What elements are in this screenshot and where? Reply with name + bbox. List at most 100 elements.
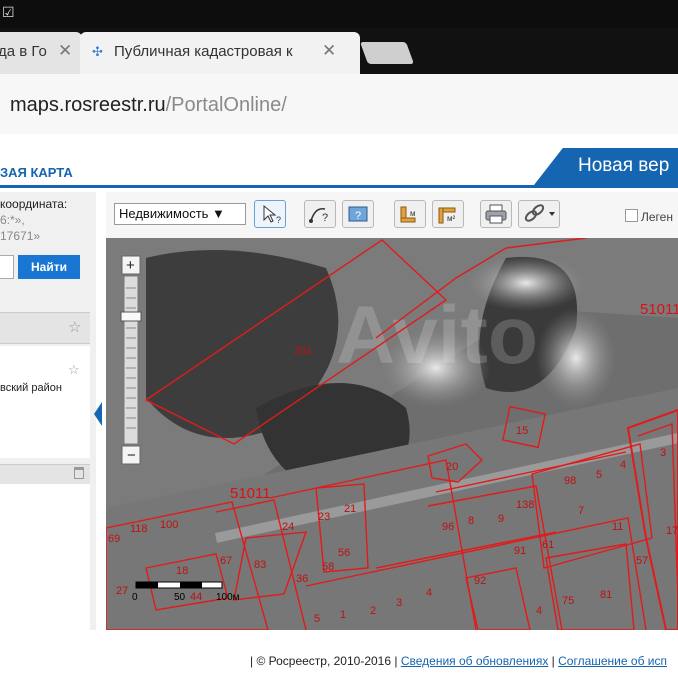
- zoom-control[interactable]: + −: [120, 255, 142, 465]
- zoom-slider-handle[interactable]: [120, 311, 142, 322]
- parcel-label: 15: [516, 425, 528, 437]
- scale-label: 0: [132, 592, 138, 603]
- print-button[interactable]: [480, 200, 512, 228]
- watermark-text: Avito: [336, 290, 538, 381]
- select-tool-button[interactable]: ?: [254, 200, 286, 228]
- coordinate-hint: координата: 6:*», 17671»: [0, 196, 67, 244]
- map-title[interactable]: ЗАЯ КАРТА: [0, 165, 73, 180]
- tab-title: да в Го: [0, 43, 47, 60]
- parcel-label: 23: [318, 511, 330, 523]
- layer-select[interactable]: Недвижимость ▼: [114, 203, 246, 225]
- collapse-panel-icon[interactable]: [94, 402, 102, 426]
- parcel-label: 24: [282, 521, 294, 533]
- measure-length-button[interactable]: м: [394, 200, 426, 228]
- map-view[interactable]: Avito 51011 51011 201 15 20 5 4 3 98 9 1…: [106, 238, 678, 630]
- quarter-label: 51011: [230, 485, 271, 502]
- tab-background[interactable]: да в Го ✕: [0, 32, 82, 74]
- os-top-bar: [0, 0, 678, 28]
- footer: | © Росреестр, 2010-2016 | Сведения об о…: [250, 654, 667, 668]
- star-icon[interactable]: ☆: [68, 318, 81, 336]
- parcel-label: 17: [666, 525, 678, 537]
- parcel-label: 83: [254, 559, 266, 571]
- parcel-label: 8: [468, 515, 474, 527]
- parcel-label: 4: [536, 605, 542, 617]
- parcel-label: 7: [578, 505, 584, 517]
- parcel-label: 100: [160, 519, 178, 531]
- parcel-label: 61: [542, 539, 554, 551]
- parcel-label: 2: [370, 605, 376, 617]
- parcel-label: 69: [108, 533, 120, 545]
- identify-area-button[interactable]: ?: [342, 200, 374, 228]
- search-input[interactable]: [0, 255, 14, 279]
- svg-text:м²: м²: [447, 214, 456, 223]
- svg-text:м: м: [410, 209, 416, 218]
- legend-label: Леген: [641, 210, 673, 224]
- svg-text:?: ?: [355, 210, 361, 222]
- copyright-text: | © Росреестр, 2010-2016 |: [250, 654, 398, 668]
- zoom-slider-track[interactable]: [123, 275, 139, 445]
- new-version-label: Новая вер: [578, 155, 670, 176]
- url-field[interactable]: maps.rosreestr.ru/PortalOnline/: [10, 94, 287, 117]
- parcel-label: 4: [620, 459, 626, 471]
- site-favicon-icon: ✣: [92, 44, 103, 59]
- find-button[interactable]: Найти: [18, 255, 80, 279]
- parcel-label: 58: [322, 561, 334, 573]
- footer-separator: |: [548, 654, 559, 668]
- parcel-label: 92: [474, 575, 486, 587]
- parcel-label: 67: [220, 555, 232, 567]
- parcel-label: 75: [562, 595, 574, 607]
- coordinate-hint-line: 6:*»,: [0, 213, 25, 227]
- parcel-label: 5: [596, 469, 602, 481]
- star-icon[interactable]: ☆: [68, 362, 80, 378]
- parcel-label: 18: [176, 565, 188, 577]
- area-ruler-icon: м²: [438, 207, 456, 224]
- parcel-label: 20: [446, 461, 458, 473]
- svg-text:?: ?: [276, 215, 281, 225]
- ruler-curve-icon: ?: [309, 207, 328, 224]
- legend-checkbox[interactable]: [625, 209, 638, 222]
- agreement-link[interactable]: Соглашение об исп: [558, 654, 667, 668]
- parcel-label: 5: [314, 613, 320, 625]
- coordinate-hint-line: 17671»: [0, 229, 41, 243]
- coordinate-hint-line: координата:: [0, 197, 68, 211]
- parcel-label: 3: [660, 447, 666, 459]
- url-host: maps.rosreestr.ru: [10, 94, 166, 116]
- parcel-label: 4: [426, 587, 432, 599]
- parcel-label: 1: [340, 609, 346, 621]
- close-icon[interactable]: ✕: [322, 41, 336, 61]
- result-list: [0, 484, 90, 630]
- parcel-label: 9: [498, 513, 504, 525]
- parcel-label: 11: [612, 521, 623, 533]
- close-icon[interactable]: ✕: [58, 41, 72, 61]
- snow-patch: [536, 308, 616, 408]
- link-chain-icon: [524, 204, 555, 222]
- parcel-label: 57: [636, 555, 648, 567]
- printer-icon: [485, 204, 507, 224]
- new-tab-button[interactable]: [359, 42, 415, 64]
- parcel-label: 56: [338, 547, 350, 559]
- tab-cadastral-map[interactable]: ✣ Публичная кадастровая к ✕: [80, 32, 360, 74]
- parcel-label: 3: [396, 597, 402, 609]
- parcel-label: 96: [442, 521, 454, 533]
- updates-link[interactable]: Сведения об обновлениях: [401, 654, 549, 668]
- scale-label: 100м: [216, 592, 240, 603]
- scale-label: 50: [174, 592, 186, 603]
- measure-distance-button[interactable]: ?: [304, 200, 336, 228]
- parcel-label: 27: [116, 585, 128, 597]
- link-dropdown-button[interactable]: [518, 200, 560, 228]
- trash-icon[interactable]: [74, 467, 84, 479]
- svg-text:?: ?: [322, 212, 328, 224]
- parcel-label: 21: [344, 503, 356, 515]
- measure-area-button[interactable]: м²: [432, 200, 464, 228]
- parcel-label: 91: [514, 545, 526, 557]
- parcel-label: 44: [190, 591, 202, 603]
- parcel-label: 98: [564, 475, 576, 487]
- result-district: вский район: [0, 382, 62, 394]
- header-divider: [0, 185, 678, 188]
- parcel-label: 36: [296, 573, 308, 585]
- parcel-label: 118: [130, 523, 148, 535]
- map-canvas[interactable]: Avito 51011 51011 201 15 20 5 4 3 98 9 1…: [106, 238, 678, 630]
- parcel-label: 81: [600, 589, 612, 601]
- quarter-label: 51011: [640, 301, 678, 318]
- plus-icon: +: [126, 257, 135, 274]
